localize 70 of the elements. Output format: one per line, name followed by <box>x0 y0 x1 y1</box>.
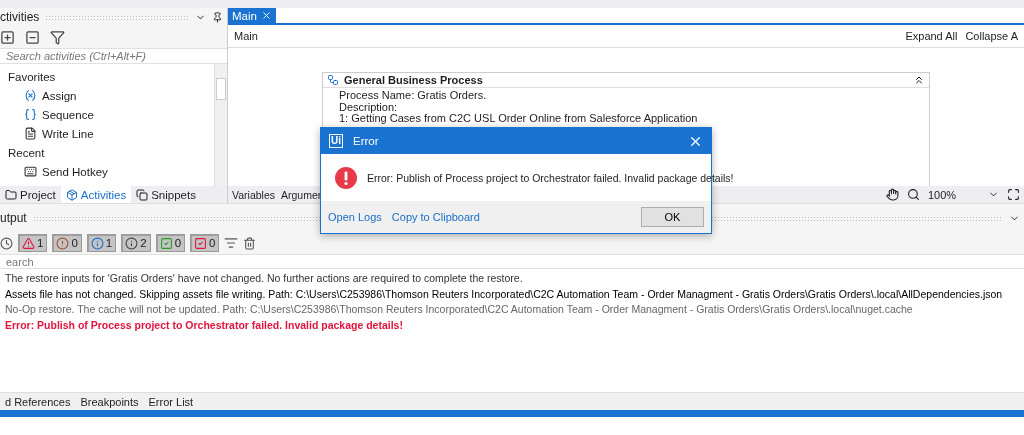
panel-title: utput <box>0 211 27 225</box>
trash-icon[interactable] <box>243 236 257 250</box>
dialog-link[interactable]: Copy to Clipboard <box>391 211 480 223</box>
search-field[interactable]: Search activities (Ctrl+Alt+F) <box>0 48 227 64</box>
expand-icon[interactable] <box>0 29 15 45</box>
log-line: Assets file has not changed. Skipping assets file writing. Path: C:\Users\C253986\Thomson Reuters Incorporated\C2C Automation Team - Order Managment - Gratis Orders\Gratis Orders\.local\AllDependencies.json <box>5 287 1004 302</box>
panel-tab[interactable]: Error List <box>143 395 199 408</box>
filter-toggle[interactable]: 1 <box>86 234 117 252</box>
panel-tab[interactable]: Project <box>0 186 61 203</box>
hand-icon[interactable] <box>886 188 899 201</box>
filter-toggle[interactable]: 2 <box>121 234 151 252</box>
log-line: The restore inputs for 'Gratis Orders' have not changed. No further actions are required to complete the restore. <box>5 272 524 286</box>
filter-icon[interactable] <box>50 29 65 45</box>
variable-icon <box>24 89 37 102</box>
log-line: Error: Publish of Process project to Orchestrator failed. Invalid package details! <box>5 318 404 333</box>
panel-tab[interactable]: Activities <box>60 186 132 203</box>
info-icon <box>90 236 104 250</box>
package-icon <box>65 188 78 201</box>
filter-toggle[interactable]: 1 <box>18 234 48 252</box>
fit-icon[interactable] <box>1007 188 1020 201</box>
copy-icon <box>136 188 149 201</box>
collapse-icon[interactable] <box>913 74 925 86</box>
pin-icon[interactable] <box>212 11 223 23</box>
document-icon <box>24 127 37 140</box>
clock-icon[interactable] <box>0 236 13 250</box>
alert-icon <box>56 236 70 250</box>
designer-tab[interactable]: Variables <box>232 188 275 201</box>
dialog-title: Error <box>353 135 380 147</box>
search-field[interactable]: earch <box>0 254 1024 269</box>
keyboard-icon <box>24 165 37 178</box>
action-link[interactable]: Expand All <box>905 30 958 42</box>
designer-tab[interactable]: Argumer <box>281 188 322 201</box>
warning-icon <box>22 236 35 250</box>
annotation-text: 1: Getting Cases from C2C USL Order Online from Salesforce Application <box>339 113 699 125</box>
filter-toggle[interactable]: 0 <box>52 234 82 252</box>
zoom-icon[interactable] <box>907 188 920 201</box>
activity-item[interactable]: Write Line <box>0 124 214 143</box>
panel-tab[interactable]: Breakpoints <box>75 395 144 408</box>
log-line: No-Op restore. The cache will not be updated. Path: C:\Users\C253986\Thomson Reuters Incorporated\C2C Automation Team - Order Managment - Gratis Orders\Gratis Orders\.local\nuget.cache <box>5 303 914 317</box>
sequence-icon <box>24 108 37 121</box>
panel-tab[interactable]: d References <box>0 395 76 408</box>
annotation-text: Process Name: Gratis Orders. <box>339 90 488 102</box>
annotation-text: Description: <box>339 101 399 113</box>
check-icon <box>159 236 173 250</box>
activity-item[interactable]: Send Hotkey <box>0 162 214 181</box>
panel-tab[interactable]: Snippets <box>131 186 201 203</box>
panel-title: ctivities <box>0 10 40 24</box>
dialog-link[interactable]: Open Logs <box>328 211 382 223</box>
breadcrumb[interactable]: Main <box>234 30 258 42</box>
group-label[interactable]: Favorites <box>0 67 214 86</box>
info-icon <box>125 236 139 250</box>
list-icon[interactable] <box>224 236 239 250</box>
folder-icon <box>5 188 17 201</box>
workflow-icon <box>327 74 339 86</box>
action-link[interactable]: Collapse A <box>965 30 1018 42</box>
app-logo: Ui <box>329 134 343 148</box>
filter-toggle[interactable]: 0 <box>155 234 186 252</box>
editor-tab[interactable]: Main <box>228 8 276 23</box>
filter-toggle[interactable]: 0 <box>190 234 220 252</box>
scrollbar[interactable] <box>214 64 227 186</box>
activity-item[interactable]: Sequence <box>0 105 214 124</box>
check-icon <box>194 236 208 250</box>
ok-button[interactable]: OK <box>641 207 704 227</box>
activity-item[interactable]: Assign <box>0 86 214 105</box>
zoom-level[interactable]: 100% <box>928 188 980 201</box>
group-label[interactable]: Recent <box>0 143 214 162</box>
close-icon[interactable] <box>260 10 272 21</box>
collapse-icon[interactable] <box>25 29 40 45</box>
card-title: General Business Process <box>344 74 484 86</box>
error-icon <box>335 166 357 189</box>
